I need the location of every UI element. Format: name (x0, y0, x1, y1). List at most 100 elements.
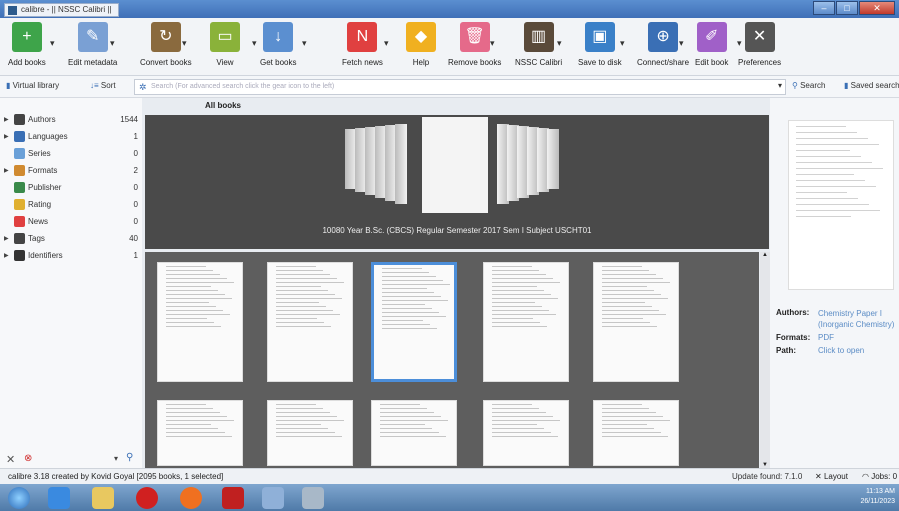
opera-taskbar-icon[interactable] (136, 487, 158, 509)
preview-text-line (796, 174, 854, 175)
view-button[interactable]: ▭ View (210, 22, 240, 67)
cover-text-line (382, 292, 434, 293)
book-cover-thumbnail[interactable] (371, 262, 457, 382)
paint-taskbar-icon[interactable] (262, 487, 284, 509)
authors-value[interactable]: Chemistry Paper I (Inorganic Chemistry) (818, 308, 898, 330)
preview-text-line (796, 216, 851, 217)
tag-category-news[interactable]: News 0 (0, 214, 140, 231)
search-input[interactable]: ✲ Search (For advanced search click the … (134, 79, 786, 95)
book-cover-thumbnail[interactable] (593, 262, 679, 382)
cover-text-line (380, 412, 434, 413)
ie-taskbar-icon[interactable] (48, 487, 70, 509)
search-button[interactable]: ⚲ Search (792, 81, 825, 90)
convert-books-dropdown-arrow[interactable]: ▾ (182, 38, 187, 49)
calibre-app-icon (8, 6, 17, 15)
path-value[interactable]: Click to open (818, 346, 864, 355)
cover-text-line (492, 322, 540, 323)
coverflow-current-book[interactable] (422, 117, 488, 213)
virtual-library-button[interactable]: ▮ Virtual library (6, 81, 59, 90)
cover-text-line (602, 294, 661, 295)
update-notice[interactable]: Update found: 7.1.0 (732, 472, 802, 481)
save-to-disk-button[interactable]: ▣ Save to disk (578, 22, 622, 67)
formats-icon (14, 165, 25, 176)
cover-text-line (492, 282, 560, 283)
explorer-taskbar-icon[interactable] (92, 487, 114, 509)
preferences-button[interactable]: ✕ Preferences (738, 22, 781, 67)
nssc-calibri-button[interactable]: ▥ NSSC Calibri (515, 22, 562, 67)
calibre-taskbar-icon[interactable] (302, 487, 324, 509)
expand-arrow-icon[interactable]: ▶ (4, 116, 9, 123)
saved-searches-label: Saved searches (850, 81, 899, 90)
formats-value[interactable]: PDF (818, 333, 834, 342)
cover-text-line (602, 412, 656, 413)
book-cover-thumbnail[interactable] (483, 262, 569, 382)
nssc-calibri-dropdown-arrow[interactable]: ▾ (557, 38, 562, 49)
tags-icon (14, 233, 25, 244)
book-cover-thumbnail[interactable] (593, 400, 679, 466)
expand-arrow-icon[interactable]: ▶ (4, 133, 9, 140)
tag-category-series[interactable]: Series 0 (0, 146, 140, 163)
tag-category-publisher[interactable]: Publisher 0 (0, 180, 140, 197)
remove-books-dropdown-arrow[interactable]: ▾ (490, 38, 495, 49)
cover-flow[interactable]: 10080 Year B.Sc. (CBCS) Regular Semester… (145, 115, 769, 249)
expand-arrow-icon[interactable]: ▶ (4, 167, 9, 174)
scroll-up-arrow[interactable]: ▲ (762, 252, 768, 258)
book-cover-thumbnail[interactable] (483, 400, 569, 466)
expand-arrow-icon[interactable]: ▶ (4, 252, 9, 259)
tag-category-tags[interactable]: ▶ Tags 40 (0, 231, 140, 248)
system-tray-clock[interactable]: 11:13 AM 26/11/2023 (860, 487, 895, 507)
saved-searches-button[interactable]: ▮ Saved searches (844, 81, 899, 90)
jobs-indicator[interactable]: ◠ Jobs: 0 (862, 472, 897, 481)
fetch-news-button[interactable]: N Fetch news (342, 22, 383, 67)
expand-arrow-icon[interactable]: ▶ (4, 235, 9, 242)
cover-grid-scrollbar[interactable]: ▲ ▼ (760, 252, 770, 468)
get-books-icon: ↓ (263, 22, 294, 52)
tag-category-formats[interactable]: ▶ Formats 2 (0, 163, 140, 180)
add-books-dropdown-arrow[interactable]: ▾ (50, 38, 55, 49)
book-cover-thumbnail[interactable] (157, 400, 243, 466)
book-cover-thumbnail[interactable] (267, 400, 353, 466)
coverflow-book[interactable] (547, 129, 559, 189)
configure-tag-browser-icon[interactable]: ✕ (6, 453, 15, 466)
cover-preview[interactable] (788, 120, 894, 290)
start-button[interactable] (8, 487, 30, 509)
sort-button[interactable]: ↓≡ Sort (90, 81, 116, 90)
find-icon[interactable]: ⚲ (126, 452, 133, 463)
layout-icon: ✕ (815, 472, 822, 481)
coverflow-book[interactable] (395, 124, 407, 204)
clear-find-icon[interactable]: ⊗ (24, 453, 32, 464)
tag-category-authors[interactable]: ▶ Authors 1544 (0, 112, 140, 129)
book-cover-thumbnail[interactable] (371, 400, 457, 466)
acrobat-taskbar-icon[interactable] (222, 487, 244, 509)
cover-text-line (166, 416, 227, 417)
book-cover-thumbnail[interactable] (267, 262, 353, 382)
add-books-button[interactable]: + Add books (8, 22, 46, 67)
preview-text-line (796, 180, 865, 181)
cover-text-line (166, 294, 225, 295)
cover-text-line (602, 282, 670, 283)
view-dropdown-arrow[interactable]: ▾ (252, 38, 257, 49)
cover-text-line (276, 298, 342, 299)
minimize-button[interactable]: – (813, 1, 835, 15)
tag-category-languages[interactable]: ▶ Languages 1 (0, 129, 140, 146)
find-dropdown-arrow[interactable]: ▾ (114, 454, 118, 463)
edit-book-button[interactable]: ✐ Edit book (695, 22, 728, 67)
connect-share-dropdown-arrow[interactable]: ▾ (679, 38, 684, 49)
help-button[interactable]: ◆ Help (406, 22, 436, 67)
layout-button[interactable]: ✕ Layout (815, 472, 848, 481)
book-cover-thumbnail[interactable] (157, 262, 243, 382)
nssc-calibri-icon: ▥ (523, 22, 554, 52)
cover-text-line (492, 436, 558, 437)
edit-metadata-dropdown-arrow[interactable]: ▾ (110, 38, 115, 49)
get-books-button[interactable]: ↓ Get books (260, 22, 296, 67)
firefox-taskbar-icon[interactable] (180, 487, 202, 509)
gear-icon[interactable]: ✲ (139, 80, 147, 94)
close-button[interactable]: ✕ (859, 1, 895, 15)
fetch-news-dropdown-arrow[interactable]: ▾ (384, 38, 389, 49)
tag-category-identifiers[interactable]: ▶ Identifiers 1 (0, 248, 140, 265)
save-to-disk-dropdown-arrow[interactable]: ▾ (620, 38, 625, 49)
maximize-button[interactable]: □ (836, 1, 858, 15)
search-dropdown-arrow[interactable]: ▾ (778, 81, 782, 90)
tag-category-rating[interactable]: Rating 0 (0, 197, 140, 214)
get-books-dropdown-arrow[interactable]: ▾ (302, 38, 307, 49)
